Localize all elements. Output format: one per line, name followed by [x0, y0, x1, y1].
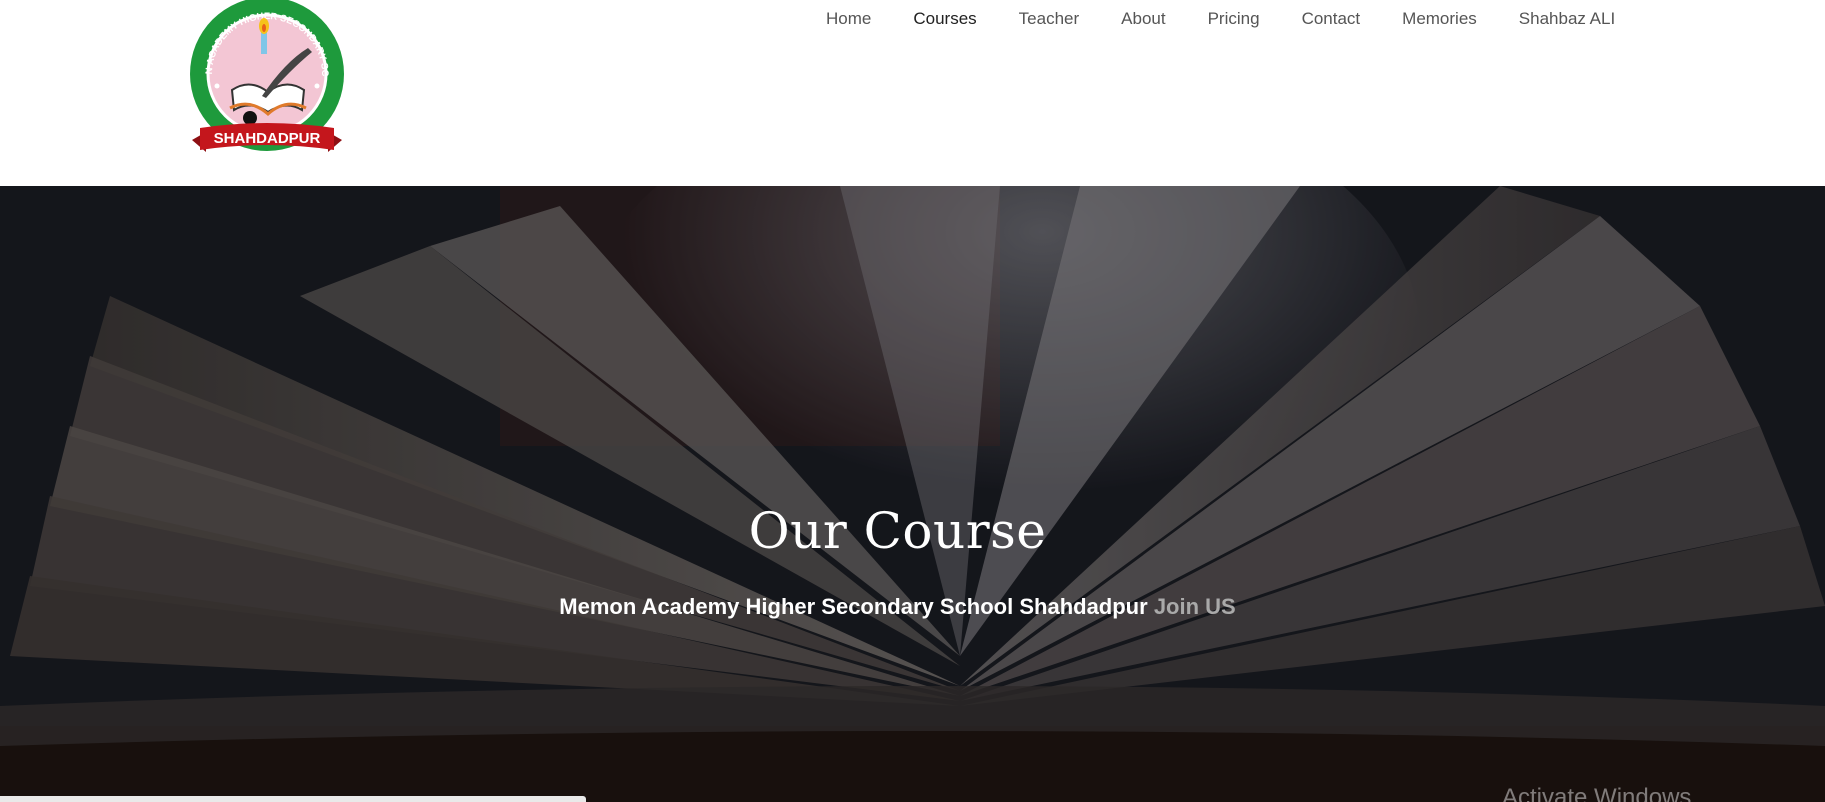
- nav-teacher[interactable]: Teacher: [1019, 8, 1079, 30]
- nav-about[interactable]: About: [1121, 8, 1165, 30]
- school-logo[interactable]: MEMON ACADEMY HIGHER SECONDARY SCHOOL SH…: [190, 0, 344, 160]
- logo-banner-text: SHAHDADPUR: [214, 130, 321, 147]
- hero-section: Our Course Memon Academy Higher Secondar…: [0, 186, 1825, 802]
- hero-book-image: [0, 186, 1825, 802]
- hero-subtitle: Memon Academy Higher Secondary School Sh…: [0, 594, 1795, 620]
- candle-icon: [261, 32, 267, 54]
- join-us-link[interactable]: Join US: [1154, 594, 1236, 619]
- nav-pricing[interactable]: Pricing: [1208, 8, 1260, 30]
- nav-profile[interactable]: Shahbaz ALI: [1519, 8, 1615, 30]
- hero-title: Our Course: [748, 502, 1047, 560]
- hero-subtitle-text: Memon Academy Higher Secondary School Sh…: [559, 594, 1148, 619]
- nav-memories[interactable]: Memories: [1402, 8, 1477, 30]
- main-nav: Home Courses Teacher About Pricing Conta…: [826, 8, 1615, 30]
- horizontal-scrollbar[interactable]: [0, 796, 586, 802]
- nav-courses[interactable]: Courses: [913, 8, 976, 30]
- site-header: MEMON ACADEMY HIGHER SECONDARY SCHOOL SH…: [0, 0, 1825, 186]
- ink-pot-icon: [243, 111, 257, 125]
- nav-contact[interactable]: Contact: [1302, 8, 1361, 30]
- activate-windows-watermark: Activate Windows: [1502, 784, 1692, 802]
- nav-home[interactable]: Home: [826, 8, 871, 30]
